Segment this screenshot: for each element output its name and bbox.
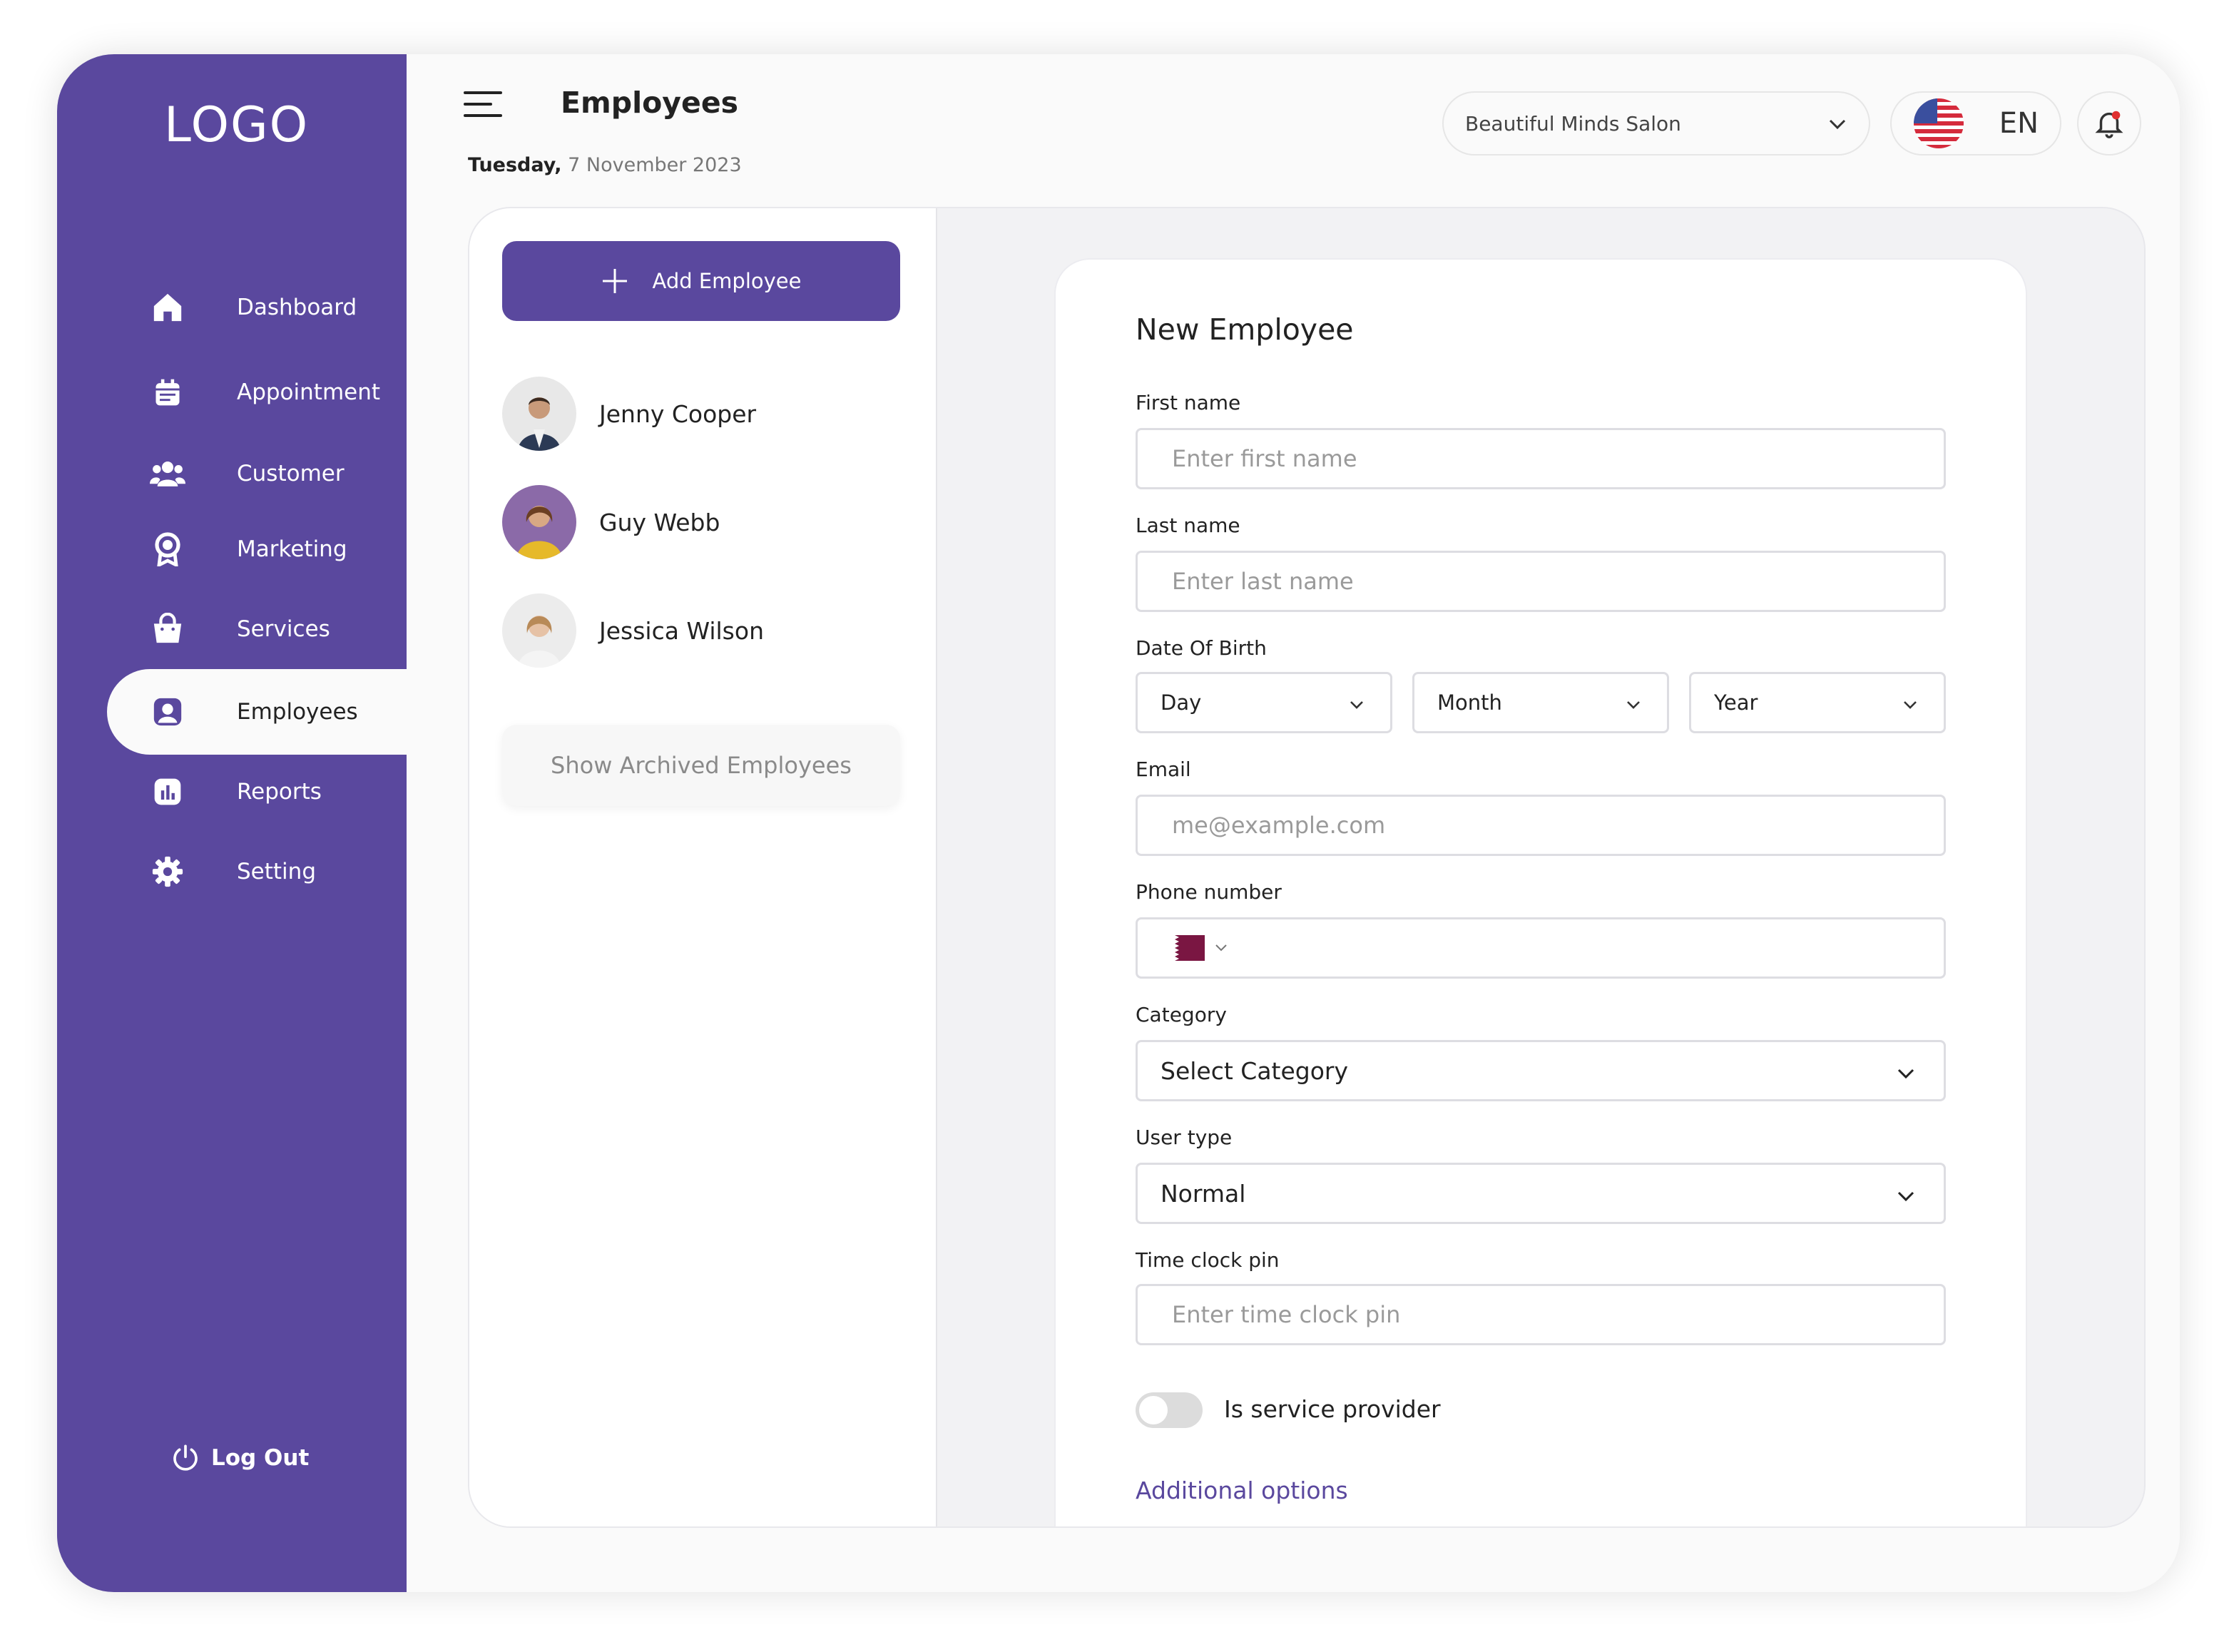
user-type-select-value: Normal [1161,1179,1246,1208]
email-input[interactable]: me@example.com [1136,795,1946,856]
content-card: Add Employee Jenny Cooper Guy Webb Jessi… [468,207,2146,1528]
page-title: Employees [561,86,739,120]
last-name-label: Last name [1136,514,1240,537]
sidebar-item-label: Reports [237,779,322,805]
dob-label: Date Of Birth [1136,636,1267,660]
chevron-down-icon [1626,690,1641,715]
sidebar-item-label: Setting [237,859,316,884]
service-provider-label: Is service provider [1224,1395,1441,1423]
email-label: Email [1136,758,1191,781]
dob-month-value: Month [1437,690,1502,715]
employee-list-item[interactable]: Guy Webb [502,485,720,559]
phone-label: Phone number [1136,880,1282,904]
add-employee-label: Add Employee [652,269,802,293]
sidebar-item-employees[interactable]: Employees [107,669,407,755]
calendar-icon [143,377,193,408]
avatar [502,485,576,559]
show-archived-button[interactable]: Show Archived Employees [502,725,900,806]
logout-label: Log Out [211,1445,310,1471]
category-select-value: Select Category [1161,1056,1349,1085]
employee-name: Jenny Cooper [599,399,757,428]
sidebar-item-setting[interactable]: Setting [107,829,407,914]
employee-name: Guy Webb [599,508,720,536]
notification-button[interactable] [2077,91,2141,155]
sidebar-item-label: Employees [237,699,358,725]
users-icon [143,458,193,489]
add-employee-button[interactable]: Add Employee [502,241,900,321]
sidebar-item-reports[interactable]: Reports [107,749,407,835]
us-flag-icon [1913,98,1964,149]
menu-icon[interactable] [464,90,502,118]
first-name-label: First name [1136,391,1241,414]
sidebar-item-appointment[interactable]: Appointment [107,350,407,435]
dob-month-select[interactable]: Month [1412,672,1669,733]
last-name-input[interactable]: Enter last name [1136,551,1946,612]
employee-list-item[interactable]: Jessica Wilson [502,593,764,668]
chevron-down-icon[interactable] [1215,944,1228,952]
avatar [502,593,576,668]
employee-icon [143,695,193,728]
date-label: Tuesday, 7 November 2023 [468,154,742,176]
form-title: New Employee [1136,312,1354,347]
dob-day-value: Day [1161,690,1202,715]
chevron-down-icon [1897,1180,1915,1208]
dob-year-select[interactable]: Year [1689,672,1946,733]
employee-list-panel: Add Employee Jenny Cooper Guy Webb Jessi… [469,208,937,1526]
time-clock-pin-label: Time clock pin [1136,1248,1280,1272]
chevron-down-icon [1827,112,1847,136]
qatar-flag-icon [1159,935,1205,961]
sidebar-item-customer[interactable]: Customer [107,431,407,516]
sidebar-item-label: Services [237,616,330,642]
time-clock-pin-input[interactable]: Enter time clock pin [1136,1284,1946,1345]
user-type-select[interactable]: Normal [1136,1163,1946,1224]
new-employee-form: New Employee First name Enter first name… [1054,258,2027,1526]
plus-icon [601,267,628,295]
home-icon [143,291,193,324]
dob-day-select[interactable]: Day [1136,672,1392,733]
avatar [502,377,576,451]
category-label: Category [1136,1003,1227,1026]
language-code: EN [1999,107,2039,140]
power-icon [171,1444,200,1472]
bag-icon [143,613,193,646]
chevron-down-icon [1902,690,1918,715]
service-provider-toggle[interactable] [1136,1392,1203,1428]
logout-button[interactable]: Log Out [171,1444,309,1472]
sidebar-item-label: Customer [237,461,345,486]
language-select[interactable]: EN [1890,91,2061,155]
sidebar-item-label: Appointment [237,379,381,405]
phone-input[interactable] [1136,917,1946,979]
bell-icon [2093,107,2126,140]
app-window: LOGO Dashboard Appointment Customer Mark… [57,54,2180,1592]
first-name-input[interactable]: Enter first name [1136,428,1946,489]
employee-name: Jessica Wilson [599,616,764,645]
chevron-down-icon [1349,690,1365,715]
sidebar-item-marketing[interactable]: Marketing [107,506,407,592]
sidebar: LOGO Dashboard Appointment Customer Mark… [57,54,407,1592]
chevron-down-icon [1897,1057,1915,1085]
salon-select-value: Beautiful Minds Salon [1465,111,1681,136]
sidebar-item-label: Dashboard [237,295,357,320]
chart-icon [143,776,193,807]
logo: LOGO [164,97,310,153]
sidebar-item-services[interactable]: Services [107,586,407,672]
sidebar-item-label: Marketing [237,536,347,562]
date-value: 7 November 2023 [561,154,742,176]
gear-icon [143,855,193,888]
badge-icon [143,532,193,566]
additional-options-link[interactable]: Additional options [1136,1477,1348,1504]
toggle-knob [1139,1396,1168,1424]
employee-list-item[interactable]: Jenny Cooper [502,377,756,451]
category-select[interactable]: Select Category [1136,1040,1946,1101]
date-weekday: Tuesday, [468,154,562,176]
sidebar-item-dashboard[interactable]: Dashboard [107,265,407,350]
salon-select[interactable]: Beautiful Minds Salon [1442,91,1870,155]
dob-year-value: Year [1714,690,1758,715]
user-type-label: User type [1136,1126,1233,1149]
